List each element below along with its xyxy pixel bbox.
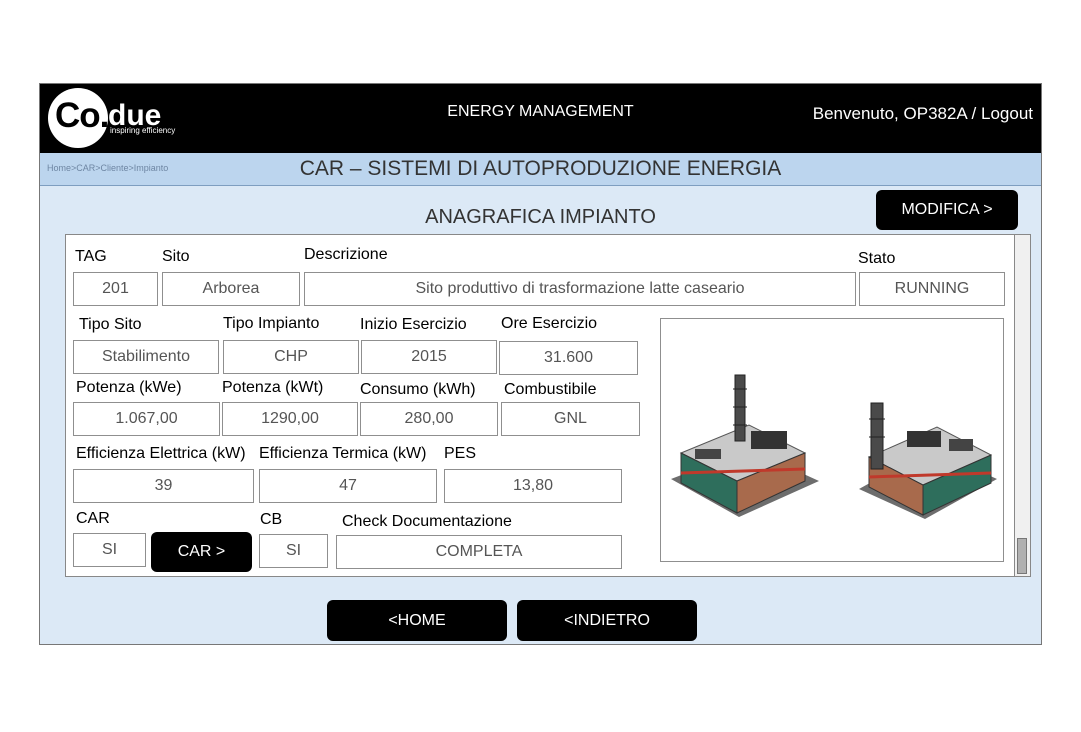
- ore-esercizio-field[interactable]: 31.600: [499, 341, 638, 375]
- descrizione-field[interactable]: Sito produttivo di trasformazione latte …: [304, 272, 856, 306]
- ore-esercizio-label: Ore Esercizio: [501, 315, 598, 332]
- combustibile-field[interactable]: GNL: [501, 402, 640, 436]
- potenza-kwt-field[interactable]: 1290,00: [222, 402, 358, 436]
- cb-field[interactable]: SI: [259, 534, 328, 568]
- pes-field[interactable]: 13,80: [444, 469, 622, 503]
- sito-field[interactable]: Arborea: [162, 272, 300, 306]
- consumo-label: Consumo (kWh): [360, 381, 476, 398]
- chp-plant-icon: [671, 374, 997, 519]
- plant-image: [660, 318, 1004, 562]
- home-button[interactable]: <HOME: [327, 600, 507, 641]
- logo-tagline: inspiring efficiency: [110, 126, 176, 135]
- efficienza-elettrica-label: Efficienza Elettrica (kW): [76, 445, 246, 462]
- potenza-kwe-field[interactable]: 1.067,00: [73, 402, 220, 436]
- potenza-kwe-label: Potenza (kWe): [76, 379, 182, 396]
- tipo-impianto-field[interactable]: CHP: [223, 340, 359, 374]
- stato-field[interactable]: RUNNING: [859, 272, 1005, 306]
- car-button[interactable]: CAR >: [151, 532, 252, 572]
- sito-label: Sito: [162, 248, 190, 265]
- scrollbar-thumb[interactable]: [1017, 538, 1027, 574]
- efficienza-termica-label: Efficienza Termica (kW): [259, 445, 427, 462]
- tipo-impianto-label: Tipo Impianto: [223, 315, 320, 332]
- plant-unit-right: [859, 402, 997, 519]
- stato-label: Stato: [858, 250, 896, 267]
- pes-label: PES: [444, 445, 477, 462]
- consumo-field[interactable]: 280,00: [360, 402, 498, 436]
- form-scrollbar[interactable]: [1014, 235, 1030, 576]
- car-label: CAR: [76, 510, 110, 527]
- plant-unit-left: [671, 374, 819, 517]
- descrizione-label: Descrizione: [304, 246, 388, 263]
- tag-field[interactable]: 201: [73, 272, 158, 306]
- title-bar: Home>CAR>Cliente>Impianto CAR – SISTEMI …: [40, 153, 1041, 186]
- cb-label: CB: [260, 511, 283, 528]
- potenza-kwt-label: Potenza (kWt): [222, 379, 324, 396]
- form-panel: TAG Sito Descrizione Stato 201 Arborea S…: [65, 234, 1031, 577]
- user-logout-link[interactable]: Benvenuto, OP382A / Logout: [813, 104, 1033, 124]
- efficienza-termica-field[interactable]: 47: [259, 469, 437, 503]
- top-bar: Co. due inspiring efficiency ENERGY MANA…: [40, 84, 1041, 153]
- car-field[interactable]: SI: [73, 533, 146, 567]
- tipo-sito-label: Tipo Sito: [79, 316, 142, 333]
- efficienza-elettrica-field[interactable]: 39: [73, 469, 254, 503]
- check-documentazione-field[interactable]: COMPLETA: [336, 535, 622, 569]
- check-documentazione-label: Check Documentazione: [342, 513, 512, 530]
- app-window: Co. due inspiring efficiency ENERGY MANA…: [39, 83, 1042, 645]
- inizio-esercizio-field[interactable]: 2015: [361, 340, 497, 374]
- tag-label: TAG: [75, 248, 107, 265]
- tipo-sito-field[interactable]: Stabilimento: [73, 340, 219, 374]
- combustibile-label: Combustibile: [504, 381, 597, 398]
- inizio-esercizio-label: Inizio Esercizio: [360, 316, 467, 333]
- modifica-button[interactable]: MODIFICA >: [876, 190, 1018, 230]
- back-button[interactable]: <INDIETRO: [517, 600, 697, 641]
- page-title: CAR – SISTEMI DI AUTOPRODUZIONE ENERGIA: [299, 157, 782, 180]
